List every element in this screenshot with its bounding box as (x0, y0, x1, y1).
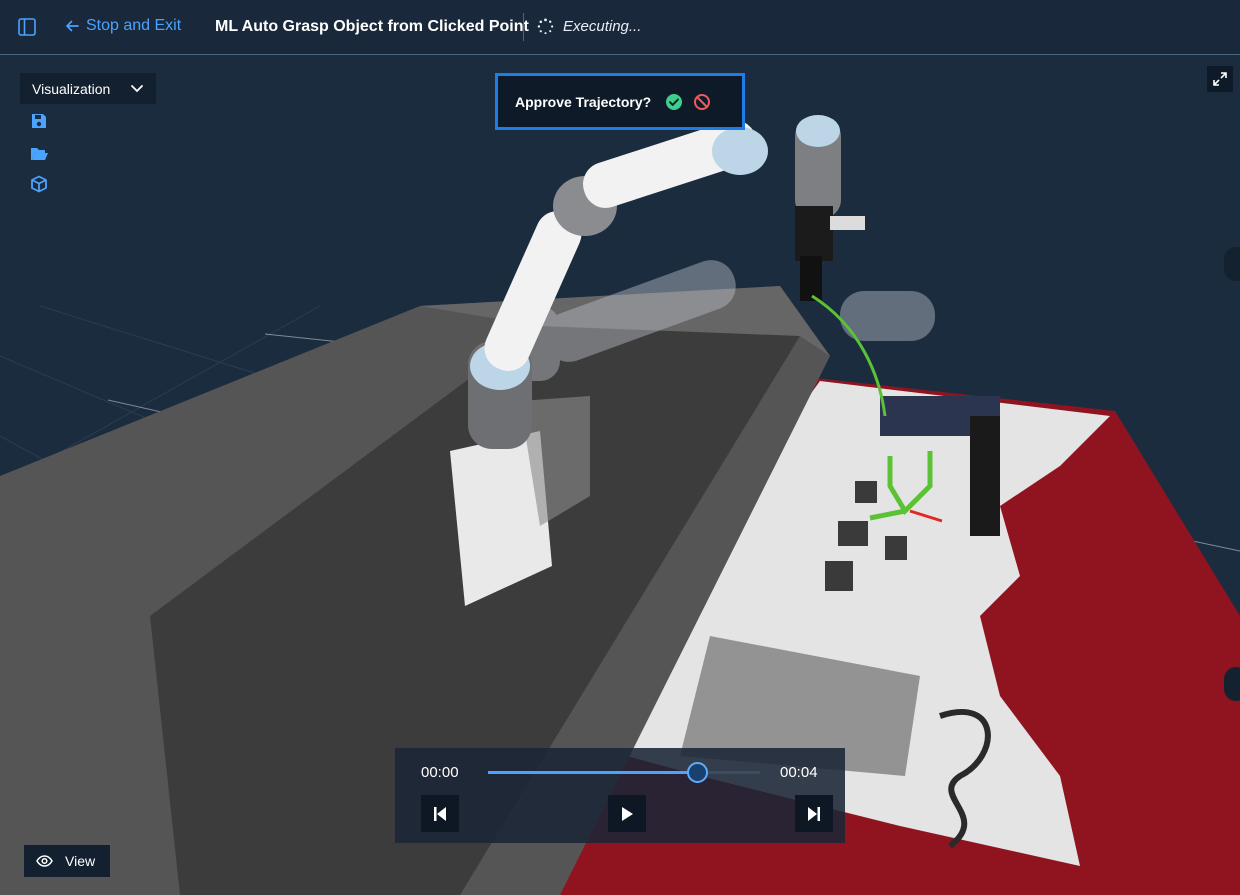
playback-progress (488, 771, 698, 774)
expand-icon (1213, 72, 1227, 86)
view-button[interactable]: View (24, 845, 110, 877)
right-panel-handle-top[interactable] (1224, 247, 1240, 281)
trajectory-player: 00:00 00:04 (395, 748, 845, 843)
eye-icon (36, 855, 53, 867)
fullscreen-button[interactable] (1207, 66, 1233, 92)
play-icon (622, 806, 633, 821)
page-title: ML Auto Grasp Object from Clicked Point (215, 18, 529, 35)
title-divider (523, 13, 524, 41)
sidebar-toggle-icon[interactable] (18, 18, 36, 36)
stop-and-exit-label: Stop and Exit (86, 17, 182, 34)
view-label: View (65, 853, 96, 869)
status-text: Executing... (563, 18, 642, 35)
playback-slider-thumb[interactable] (687, 762, 709, 783)
right-panel-handle-bottom[interactable] (1224, 667, 1240, 701)
visualization-label: Visualization (32, 80, 111, 97)
skip-to-start-button[interactable] (421, 795, 459, 832)
arrow-left-icon (66, 20, 79, 32)
skip-back-icon (434, 806, 446, 821)
playback-slider[interactable] (488, 762, 760, 783)
approve-trajectory-prompt: Approve Trajectory? (515, 93, 652, 110)
visualization-dropdown[interactable]: Visualization (20, 73, 156, 104)
cube-icon[interactable] (30, 175, 48, 193)
time-end: 00:04 (780, 764, 818, 781)
top-bar: Stop and Exit ML Auto Grasp Object from … (0, 0, 1240, 55)
stop-and-exit-button[interactable]: Stop and Exit (64, 17, 181, 35)
check-circle-icon[interactable] (665, 93, 683, 111)
save-icon[interactable] (30, 112, 48, 130)
skip-to-end-button[interactable] (795, 795, 833, 832)
folder-open-icon[interactable] (30, 144, 48, 162)
chevron-down-icon (131, 84, 143, 92)
execution-status: Executing... (537, 18, 641, 35)
ban-icon[interactable] (693, 93, 711, 111)
skip-forward-icon (808, 806, 820, 821)
play-button[interactable] (608, 795, 646, 832)
spinner-icon (537, 18, 554, 35)
approve-trajectory-panel: Approve Trajectory? (495, 73, 745, 130)
time-start: 00:00 (421, 764, 459, 781)
3d-viewport[interactable]: Visualization Approve Trajectory? 00:00 … (0, 56, 1240, 895)
